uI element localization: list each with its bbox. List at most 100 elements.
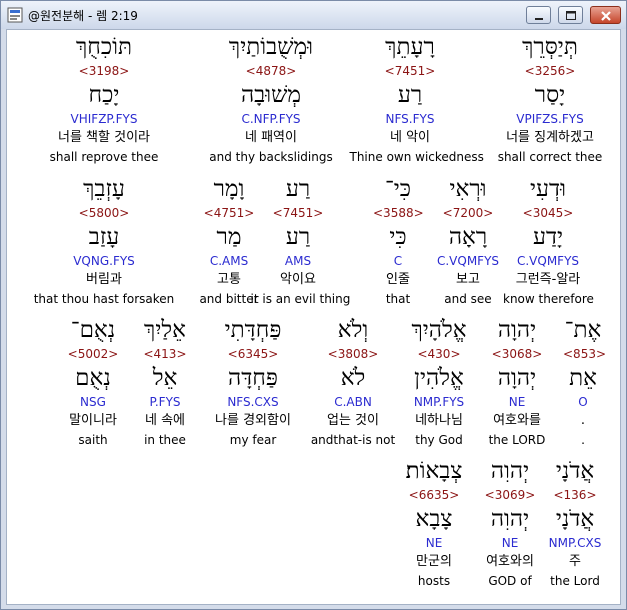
english-gloss: the Lord: [550, 574, 600, 588]
korean-gloss: 업는 것이: [327, 413, 379, 428]
korean-gloss: 만군의: [416, 554, 452, 569]
hebrew-word: אֶת־: [564, 317, 602, 343]
morphology-code: C: [393, 254, 403, 268]
english-gloss: saith: [78, 433, 108, 447]
hebrew-lemma: יָכַח: [88, 82, 120, 108]
hebrew-lemma: אֲדֹנָי: [555, 506, 595, 532]
strong-number: <136>: [553, 488, 597, 502]
hebrew-lemma: רַע: [397, 82, 423, 108]
word-cell[interactable]: עָזְבֵךְ <5800> עָזַב VQNG.FYS 버림과 that thou …: [32, 176, 177, 314]
hebrew-word: אֱלֹהָיִךְ: [411, 317, 467, 343]
hebrew-word: יְהוָה: [497, 317, 537, 343]
korean-gloss: 네 악이: [389, 130, 430, 145]
maximize-button[interactable]: [558, 6, 583, 24]
korean-gloss: 네 패역이: [245, 130, 297, 145]
word-cell[interactable]: תְּיַסְּרֵךְ <3256> יָסַר VPIFZS.FYS 너를 징계하겠…: [490, 34, 611, 172]
korean-gloss: 버림과: [86, 272, 122, 287]
korean-gloss: 주: [569, 554, 581, 569]
strong-number: <7451>: [384, 64, 436, 78]
hebrew-lemma: יְהוָה: [497, 365, 537, 391]
hebrew-word: וְלֹא: [337, 317, 369, 343]
korean-gloss: 악이요: [280, 272, 316, 287]
word-cell[interactable]: רַע <7451> רַע AMS 악이요 it is an evil thing: [251, 176, 351, 314]
word-cell[interactable]: כִּי־ <3588> כִּי C 인줄 that: [373, 176, 424, 314]
hebrew-lemma: פַּחְדָּה: [228, 365, 278, 391]
hebrew-word: נְאֻם־: [70, 317, 116, 343]
word-cell[interactable]: אֲדֹנָי <136> אֲדֹנָי NMP.CXS 주 the Lord: [540, 458, 610, 596]
hebrew-lemma: יְהוִה: [490, 506, 530, 532]
korean-gloss: 너를 징계하겠고: [506, 130, 594, 145]
morphology-code: NFS.CXS: [227, 395, 279, 409]
korean-gloss: 네 속에: [144, 413, 185, 428]
hebrew-lemma: רַע: [285, 224, 311, 250]
strong-number: <853>: [563, 347, 607, 361]
morphology-code: NSG: [80, 395, 106, 409]
korean-gloss: 그런즉-알라: [515, 272, 581, 287]
strong-number: <4878>: [245, 64, 297, 78]
word-cell[interactable]: נְאֻם־ <5002> נְאֻם NSG 말이니라 saith: [58, 317, 128, 455]
korean-gloss: 너를 책할 것이라: [58, 130, 150, 145]
hebrew-lemma: יָדַע: [532, 224, 564, 250]
morphology-code: NMP.CXS: [548, 536, 602, 550]
hebrew-lemma: יָסַר: [534, 82, 566, 108]
word-cell[interactable]: יְהוִה <3069> יְהוִה NE 여호와의 GOD of: [470, 458, 550, 596]
english-gloss: .: [581, 433, 585, 447]
english-gloss: that: [385, 292, 411, 306]
strong-number: <5002>: [67, 347, 119, 361]
english-gloss: that thou hast forsaken: [33, 292, 175, 306]
close-icon: [601, 11, 611, 21]
hebrew-lemma: צָבָא: [415, 506, 453, 532]
hebrew-lemma: אֱלֹהִין: [414, 365, 464, 391]
word-cell[interactable]: אֶת־ <853> אֵת O..: [563, 317, 607, 455]
strong-number: <3256>: [524, 64, 576, 78]
korean-gloss: 네하나님: [415, 413, 463, 428]
title-bar[interactable]: @원전분해 - 렘 2:19: [1, 1, 626, 29]
word-cell[interactable]: וְלֹא <3808> לֹא C.ABN 업는 것이 andthat-is not: [308, 317, 398, 455]
word-cell[interactable]: וּדְעִי <3045> יָדַע C.VQMFYS 그런즉-알라 know the…: [503, 176, 594, 314]
english-gloss: shall reprove thee: [49, 150, 159, 164]
hebrew-word: וּרְאִי: [449, 176, 487, 202]
word-cell[interactable]: וּמְשֻׁבוֹתַיִךְ <4878> מְשׁוּבָה C.NFP.FYS…: [206, 34, 336, 172]
strong-number: <3808>: [327, 347, 379, 361]
strong-number: <3198>: [78, 64, 130, 78]
word-cell[interactable]: אֱלֹהָיִךְ <430> אֱלֹהִין NMP.FYS 네하나님 thy Go…: [399, 317, 479, 455]
hebrew-lemma: מְשׁוּבָה: [240, 82, 302, 108]
morphology-code: VHIFZP.FYS: [70, 112, 138, 126]
word-cell[interactable]: וּרְאִי <7200> רָאָה C.VQMFYS 보고 and see: [433, 176, 503, 314]
morphology-code: NE: [501, 536, 519, 550]
korean-gloss: 인줄: [386, 272, 410, 287]
word-cell[interactable]: פַּחְדָּתִי <6345> פַּחְדָּה NFS.CXS 나를 경외함이…: [198, 317, 308, 455]
word-cell[interactable]: צְבָאוֹת׃ <6635> צָבָא NE 만군의 hosts: [394, 458, 474, 596]
hebrew-word: פַּחְדָּתִי: [224, 317, 282, 343]
english-gloss: andthat-is not: [310, 433, 396, 447]
hebrew-lemma: אֵל: [152, 365, 178, 391]
word-cell[interactable]: אֵלַיִךְ <413> אֵל P.FYS 네 속에 in thee: [130, 317, 200, 455]
hebrew-word: תְּיַסְּרֵךְ: [522, 34, 578, 60]
morphology-code: O: [578, 395, 588, 409]
hebrew-word: רַע: [285, 176, 311, 202]
morphology-code: NMP.FYS: [413, 395, 465, 409]
english-gloss: know therefore: [503, 292, 594, 306]
word-cell[interactable]: יְהוָה <3068> יְהוָה NE 여호와를 the LORD: [477, 317, 557, 455]
hebrew-word: יְהוִה: [490, 458, 530, 484]
strong-number: <5800>: [78, 206, 130, 220]
word-cell[interactable]: תּוֹכִחֻךְ <3198> יָכַח VHIFZP.FYS 너를 책할 것이라…: [44, 34, 165, 172]
english-gloss: shall correct thee: [497, 150, 603, 164]
hebrew-lemma: אֵת: [569, 365, 597, 391]
close-button[interactable]: [590, 6, 621, 24]
strong-number: <3045>: [522, 206, 574, 220]
english-gloss: Thine own wickedness: [349, 150, 484, 164]
word-cell[interactable]: רָעָתֵךְ <7451> רַע NFS.FYS 네 악이 Thine own wi…: [349, 34, 484, 172]
morphology-code: NE: [425, 536, 443, 550]
maximize-icon: [566, 11, 576, 20]
hebrew-word: אֲדֹנָי: [555, 458, 595, 484]
hebrew-word: צְבָאוֹת׃: [405, 458, 463, 484]
morphology-code: NFS.FYS: [385, 112, 435, 126]
korean-gloss: 여호와를: [493, 413, 541, 428]
morphology-code: VPIFZS.FYS: [516, 112, 584, 126]
hebrew-lemma: נְאֻם: [75, 365, 111, 391]
english-gloss: the LORD: [488, 433, 546, 447]
strong-number: <6635>: [408, 488, 460, 502]
english-gloss: hosts: [417, 574, 451, 588]
minimize-button[interactable]: [526, 6, 551, 24]
